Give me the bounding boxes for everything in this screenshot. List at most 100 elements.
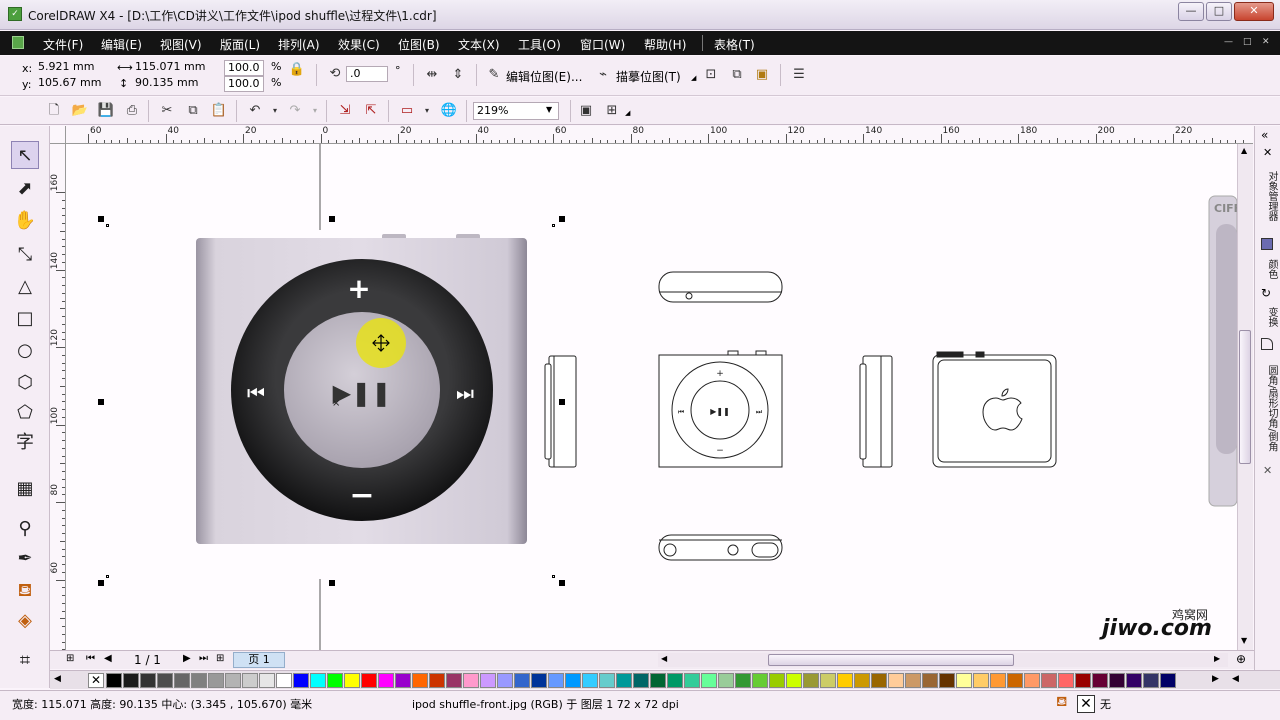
palette-swatch[interactable] (123, 673, 139, 688)
docker-x-icon[interactable]: ✕ (1263, 464, 1272, 477)
close-button[interactable]: ✕ (1234, 2, 1274, 21)
palette-scroll-left-icon[interactable]: ◀ (54, 674, 61, 684)
eyedropper-tool-icon[interactable]: ⚲ (11, 515, 39, 543)
scroll-left-icon[interactable]: ◀ (661, 654, 667, 663)
palette-swatch[interactable] (514, 673, 530, 688)
palette-swatch[interactable] (140, 673, 156, 688)
palette-swatch[interactable] (497, 673, 513, 688)
mirror-vertical-icon[interactable]: ⇕ (449, 66, 467, 84)
polygon-tool-icon[interactable]: ⬡ (11, 369, 39, 397)
palette-swatch[interactable] (667, 673, 683, 688)
rectangle-tool-icon[interactable]: □ (11, 305, 39, 333)
palette-swatch[interactable] (208, 673, 224, 688)
snap-to-grid-icon[interactable]: ⊞ (603, 102, 621, 120)
zoom-dropdown-icon[interactable]: ▼ (546, 105, 552, 114)
palette-swatch[interactable] (361, 673, 377, 688)
full-screen-preview-icon[interactable]: ▣ (577, 102, 595, 120)
selection-handle[interactable] (98, 216, 104, 222)
palette-swatch[interactable] (259, 673, 275, 688)
palette-swatch[interactable] (582, 673, 598, 688)
prev-page-icon[interactable]: ◀ (104, 653, 112, 664)
palette-swatch[interactable] (276, 673, 292, 688)
selection-handle[interactable] (559, 399, 565, 405)
palette-swatch[interactable] (922, 673, 938, 688)
export-icon[interactable]: ⇱ (362, 102, 380, 120)
outline-tool-icon[interactable]: ✒ (11, 545, 39, 573)
last-page-icon[interactable]: ⏭ (199, 653, 208, 664)
palette-swatch[interactable] (735, 673, 751, 688)
palette-swatch[interactable] (871, 673, 887, 688)
palette-swatch[interactable] (480, 673, 496, 688)
doc-restore-button[interactable]: □ (1243, 37, 1252, 47)
menu-tools[interactable]: 工具(O) (518, 36, 561, 53)
docker-tab-transform[interactable]: 变换 (1259, 304, 1277, 330)
vertical-scrollbar[interactable]: ▲ ▼ (1237, 144, 1253, 650)
crop-tool-icon[interactable]: ⌗ (11, 647, 39, 675)
basic-shapes-tool-icon[interactable]: ⬠ (11, 399, 39, 427)
palette-swatch[interactable] (310, 673, 326, 688)
launcher-dropdown-icon[interactable]: ▾ (418, 102, 436, 120)
width-field[interactable]: 115.071 mm (132, 60, 206, 76)
palette-swatch[interactable] (446, 673, 462, 688)
import-icon[interactable]: ⇲ (336, 102, 354, 120)
bitmap-color-mask-icon[interactable]: ▣ (753, 66, 771, 84)
palette-swatch[interactable] (1092, 673, 1108, 688)
x-position-field[interactable]: 5.921 mm (35, 60, 109, 76)
welcome-globe-icon[interactable]: 🌐 (440, 102, 458, 120)
rotation-field[interactable]: .0 (346, 66, 388, 82)
palette-swatch[interactable] (225, 673, 241, 688)
palette-swatch[interactable] (395, 673, 411, 688)
add-page-after-icon[interactable]: ⊞ (216, 653, 224, 664)
menu-effects[interactable]: 效果(C) (338, 36, 380, 53)
copy-icon[interactable]: ⧉ (184, 102, 202, 120)
ellipse-tool-icon[interactable]: ○ (11, 337, 39, 365)
palette-swatch[interactable] (242, 673, 258, 688)
y-position-field[interactable]: 105.67 mm (35, 76, 109, 92)
redo-icon[interactable]: ↷ (286, 102, 304, 120)
interactive-fill-tool-icon[interactable]: ◈ (11, 607, 39, 635)
undo-dropdown-icon[interactable]: ▾ (266, 102, 284, 120)
cut-icon[interactable]: ✂ (158, 102, 176, 120)
horizontal-ruler[interactable]: 60 40 20 0 20 40 60 80 100 120 140 160 180 200 220 (66, 126, 1253, 144)
palette-scroll-right-icon[interactable]: ▶ (1212, 674, 1219, 684)
selection-handle[interactable] (559, 580, 565, 586)
palette-swatch[interactable] (616, 673, 632, 688)
palette-swatch[interactable] (1126, 673, 1142, 688)
wrap-text-icon[interactable]: ☰ (790, 66, 808, 84)
horizontal-scroll-thumb[interactable] (768, 654, 1014, 666)
fill-tool-icon[interactable]: ⛾ (11, 577, 39, 605)
palette-expand-icon[interactable]: ◀ (1232, 674, 1239, 684)
palette-swatch[interactable] (429, 673, 445, 688)
doc-minimize-button[interactable]: — (1224, 37, 1233, 47)
menu-bitmaps[interactable]: 位图(B) (398, 36, 440, 53)
palette-swatch[interactable] (1143, 673, 1159, 688)
add-page-before-icon[interactable]: ⊞ (66, 653, 74, 664)
undo-icon[interactable]: ↶ (246, 102, 264, 120)
palette-swatch[interactable] (106, 673, 122, 688)
drawing-canvas[interactable]: + − ⏮ ⏭ ▶❚❚ × + − ▶❚❚ ⏮ ⏭ CIF (66, 144, 1237, 650)
print-icon[interactable]: ⎙ (123, 102, 141, 120)
save-icon[interactable]: 💾 (97, 102, 115, 120)
snap-dropdown-icon[interactable]: ◢ (625, 109, 630, 117)
smart-fill-tool-icon[interactable]: △ (11, 273, 39, 301)
menu-table[interactable]: 表格(T) (714, 36, 755, 53)
menu-view[interactable]: 视图(V) (160, 36, 202, 53)
palette-swatch[interactable] (548, 673, 564, 688)
palette-swatch[interactable] (191, 673, 207, 688)
edit-bitmap-button[interactable]: 编辑位图(E)... (506, 68, 582, 85)
selection-handle[interactable] (329, 580, 335, 586)
palette-swatch[interactable] (157, 673, 173, 688)
table-tool-icon[interactable]: ▦ (11, 475, 39, 503)
palette-swatch[interactable] (854, 673, 870, 688)
connector-tool-icon[interactable]: ⤡ (11, 241, 39, 269)
resample-icon[interactable]: ⧉ (728, 66, 746, 84)
page-tab-1[interactable]: 页 1 (233, 652, 285, 668)
palette-swatch[interactable] (1075, 673, 1091, 688)
palette-swatch[interactable] (1041, 673, 1057, 688)
palette-swatch[interactable] (378, 673, 394, 688)
docker-tab-fillet[interactable]: 圆角/扇形切角/倒角 (1259, 356, 1277, 460)
palette-swatch[interactable] (769, 673, 785, 688)
palette-swatch[interactable] (1024, 673, 1040, 688)
trace-dropdown-icon[interactable]: ◢ (691, 74, 696, 82)
menu-file[interactable]: 文件(F) (43, 36, 83, 53)
